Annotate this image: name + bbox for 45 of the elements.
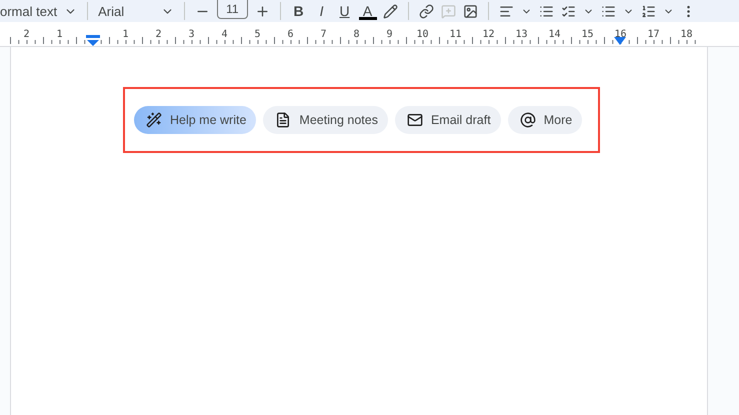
paragraph-style-dropdown[interactable]: ormal text bbox=[0, 4, 58, 18]
ruler-number: 8 bbox=[353, 30, 360, 40]
ruler-number: 14 bbox=[548, 30, 561, 40]
bold-button[interactable]: B bbox=[290, 3, 307, 19]
ruler-number: 2 bbox=[23, 30, 30, 40]
ruler-number: 18 bbox=[680, 30, 693, 40]
align-icon[interactable] bbox=[498, 4, 514, 18]
increase-font-size-icon[interactable] bbox=[254, 4, 270, 18]
suggestion-chip[interactable]: Meeting notes bbox=[263, 106, 388, 134]
text-color-button[interactable]: A bbox=[360, 2, 376, 20]
ruler-number: 2 bbox=[155, 30, 162, 40]
ruler-number: 3 bbox=[188, 30, 195, 40]
document-icon bbox=[275, 112, 292, 128]
link-icon[interactable] bbox=[418, 4, 434, 18]
suggestion-chip[interactable]: More bbox=[508, 106, 582, 134]
indent-marker-icon[interactable] bbox=[614, 37, 626, 45]
ruler-number: 1 bbox=[56, 30, 63, 40]
bulleted-list-icon[interactable] bbox=[600, 4, 616, 18]
ruler-number: 6 bbox=[287, 30, 294, 40]
image-icon[interactable] bbox=[462, 4, 478, 18]
numbered-list-icon[interactable] bbox=[640, 4, 656, 18]
suggestion-chip[interactable]: Help me write bbox=[134, 106, 256, 134]
ruler-number: 7 bbox=[320, 30, 327, 40]
underline-button[interactable]: U bbox=[336, 3, 353, 19]
ruler-number: 17 bbox=[647, 30, 660, 40]
ruler-number: 10 bbox=[416, 30, 429, 40]
ruler-number: 1 bbox=[122, 30, 129, 40]
pencil-icon[interactable] bbox=[382, 4, 398, 18]
ruler-number: 13 bbox=[515, 30, 528, 40]
ruler-number: 12 bbox=[482, 30, 495, 40]
ruler-number: 16 bbox=[614, 30, 627, 40]
ruler-number: 9 bbox=[386, 30, 393, 40]
envelope-icon bbox=[406, 112, 423, 128]
indent-marker-icon[interactable] bbox=[86, 35, 100, 46]
suggestion-chip[interactable]: Email draft bbox=[394, 106, 501, 134]
italic-button[interactable]: I bbox=[314, 3, 330, 19]
font-size-field[interactable]: 11 bbox=[217, 0, 248, 19]
ruler-number: 5 bbox=[254, 30, 261, 40]
checklist-icon[interactable] bbox=[560, 4, 576, 18]
at-sign-icon bbox=[520, 112, 536, 128]
ruler-number: 11 bbox=[449, 30, 462, 40]
font-dropdown[interactable]: Arial bbox=[98, 4, 154, 18]
ruler-number: 4 bbox=[221, 30, 228, 40]
magic-wand-icon bbox=[146, 112, 162, 128]
ruler-number: 15 bbox=[581, 30, 594, 40]
